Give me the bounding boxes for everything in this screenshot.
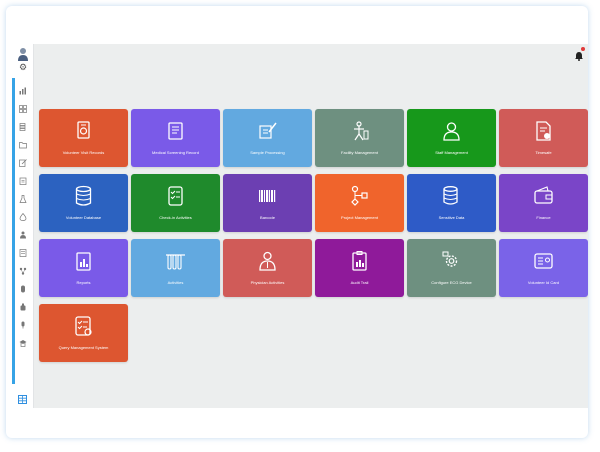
config-gear-icon	[441, 250, 462, 272]
tile-label: Query Management System	[58, 345, 109, 350]
tile-label: Configure ECG Device	[431, 280, 472, 285]
grid-icon[interactable]	[19, 105, 27, 113]
cap-icon[interactable]	[19, 339, 27, 347]
app-window: ⚙ Volunteer Visit Records Medical Screeni…	[12, 44, 588, 408]
tile-sample-processing[interactable]: Sample Processing	[223, 109, 312, 167]
database-icon	[73, 185, 94, 207]
tile-activities[interactable]: Activities	[131, 239, 220, 297]
tile-label: Volunteer Database	[65, 215, 102, 220]
tile-timesafe[interactable]: Timesafe	[499, 109, 588, 167]
barcode-icon	[257, 185, 278, 207]
database-lock-icon	[441, 185, 462, 207]
nodes-icon[interactable]	[19, 267, 27, 275]
report-chart-icon	[73, 250, 94, 272]
drop-icon[interactable]	[19, 213, 27, 221]
tile-volunteer-id-card[interactable]: Volunteer Id Card	[499, 239, 588, 297]
bar-chart-icon[interactable]	[19, 87, 27, 95]
test-tubes-icon	[165, 250, 186, 272]
tile-check-in-activities[interactable]: Check-in Activities	[131, 174, 220, 232]
tile-label: Finance	[536, 215, 551, 220]
notification-badge	[581, 47, 585, 51]
gear-icon[interactable]: ⚙	[18, 62, 28, 72]
wallet-icon	[533, 185, 554, 207]
tile-volunteer-database[interactable]: Volunteer Database	[39, 174, 128, 232]
tile-barcode[interactable]: Barcode	[223, 174, 312, 232]
tile-finance[interactable]: Finance	[499, 174, 588, 232]
tile-label: Audit Trail	[350, 280, 369, 285]
tile-label: Volunteer Id Card	[527, 280, 560, 285]
tile-audit-trail[interactable]: Audit Trail	[315, 239, 404, 297]
browser-frame: ⚙ Volunteer Visit Records Medical Screeni…	[6, 6, 588, 438]
document-check-icon	[533, 120, 554, 142]
tile-label: Medical Screening Record	[152, 150, 199, 155]
tile-label: Sample Processing	[250, 150, 285, 155]
tile-physician-activities[interactable]: Physician Activities	[223, 239, 312, 297]
pill-icon[interactable]	[19, 285, 27, 293]
audit-clipboard-icon	[349, 250, 370, 272]
tile-label: Check-in Activities	[159, 215, 192, 220]
tile-medical-screening-record[interactable]: Medical Screening Record	[131, 109, 220, 167]
tile-label: Timesafe	[535, 150, 552, 155]
folder-icon[interactable]	[19, 141, 27, 149]
tile-label: Staff Management	[435, 150, 468, 155]
checklist-icon	[165, 185, 186, 207]
tile-project-management[interactable]: Project Management	[315, 174, 404, 232]
project-flow-icon	[349, 185, 370, 207]
tile-volunteer-visit-records[interactable]: Volunteer Visit Records	[39, 109, 128, 167]
tile-label: Sensitive Data	[438, 215, 465, 220]
user-avatar-icon[interactable]	[17, 47, 29, 61]
query-checklist-icon	[73, 315, 94, 337]
tile-label: Activities	[167, 280, 184, 285]
list-icon[interactable]	[19, 249, 27, 257]
clipboard-record-icon	[165, 120, 186, 142]
tile-label: Physician Activities	[250, 280, 285, 285]
edit-icon[interactable]	[19, 159, 27, 167]
bell-icon[interactable]	[574, 47, 585, 61]
clipboard-icon[interactable]	[19, 177, 27, 185]
sample-processing-icon	[257, 120, 278, 142]
sidebar-active-rail	[12, 78, 15, 384]
person-icon[interactable]	[19, 231, 27, 239]
stack-icon[interactable]	[19, 123, 27, 131]
tile-label: Volunteer Visit Records	[62, 150, 105, 155]
facility-person-icon	[349, 120, 370, 142]
tile-configure-ecg-device[interactable]: Configure ECG Device	[407, 239, 496, 297]
mic-icon[interactable]	[19, 321, 27, 329]
tile-staff-management[interactable]: Staff Management	[407, 109, 496, 167]
physician-icon	[257, 250, 278, 272]
bottle-icon[interactable]	[19, 303, 27, 311]
flask-icon[interactable]	[19, 195, 27, 203]
staff-user-icon	[441, 120, 462, 142]
tile-label: Project Management	[341, 215, 378, 220]
tile-label: Barcode	[260, 215, 275, 220]
tile-facility-management[interactable]: Facility Management	[315, 109, 404, 167]
tile-reports[interactable]: Reports	[39, 239, 128, 297]
tile-label: Reports	[76, 280, 91, 285]
tile-label: Facility Management	[341, 150, 378, 155]
table-icon[interactable]	[18, 391, 27, 404]
id-card-icon	[533, 250, 554, 272]
sidebar: ⚙	[12, 44, 34, 408]
tile-query-management-system[interactable]: Query Management System	[39, 304, 128, 362]
tile-sensitive-data[interactable]: Sensitive Data	[407, 174, 496, 232]
id-document-icon	[73, 120, 94, 142]
